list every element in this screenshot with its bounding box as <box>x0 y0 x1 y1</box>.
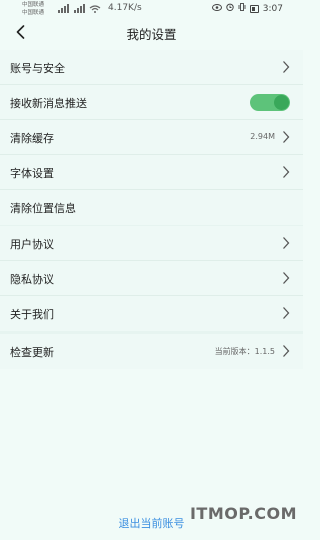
row-label: 隐私协议 <box>10 273 54 286</box>
push-toggle[interactable] <box>250 94 290 111</box>
carrier-1: 中国联通 <box>22 2 45 8</box>
clock: 3:07 <box>262 3 283 14</box>
row-label: 关于我们 <box>10 308 54 321</box>
status-right: 3:07 <box>211 3 283 14</box>
carrier-info: 中国联通 中国联通 <box>22 1 44 17</box>
watermark-logo: ITMOP.COM <box>189 504 297 523</box>
row-font-settings[interactable]: 字体设置 <box>0 155 303 190</box>
row-label: 接收新消息推送 <box>10 97 87 110</box>
row-label: 用户协议 <box>10 238 54 251</box>
row-clear-cache[interactable]: 清除缓存 2.94M <box>0 120 303 155</box>
row-push-notifications: 接收新消息推送 <box>0 85 303 120</box>
row-user-agreement[interactable]: 用户协议 <box>0 226 303 261</box>
row-label: 账号与安全 <box>10 62 65 75</box>
vibrate-icon <box>238 3 246 14</box>
chevron-right-icon <box>283 131 290 143</box>
page-title: 我的设置 <box>126 27 177 42</box>
eye-icon <box>211 3 222 14</box>
row-check-update[interactable]: 检查更新 当前版本：1.1.5 <box>0 334 303 369</box>
network-speed: 4.17K/s <box>108 3 142 13</box>
row-account-security[interactable]: 账号与安全 <box>0 50 303 85</box>
current-version: 当前版本：1.1.5 <box>214 347 275 356</box>
settings-group-account: 账号与安全 接收新消息推送 清除缓存 2.94M 字体设置 清除位置信息 <box>0 50 303 225</box>
logout-button[interactable]: 退出当前账号 <box>119 515 185 531</box>
row-label: 清除缓存 <box>10 132 54 145</box>
battery-icon <box>249 4 259 13</box>
title-bar: 我的设置 <box>0 18 303 46</box>
alarm-icon <box>226 3 234 14</box>
chevron-right-icon <box>283 272 290 284</box>
row-clear-location[interactable]: 清除位置信息 <box>0 190 303 225</box>
settings-group-about: 用户协议 隐私协议 关于我们 <box>0 226 303 331</box>
carrier-2: 中国联通 <box>22 10 45 16</box>
settings-group-update: 检查更新 当前版本：1.1.5 <box>0 334 303 369</box>
chevron-right-icon <box>283 237 290 249</box>
signal-icon <box>58 4 102 15</box>
chevron-right-icon <box>283 345 290 357</box>
row-label: 字体设置 <box>10 167 54 180</box>
cache-size: 2.94M <box>250 132 275 141</box>
row-about-us[interactable]: 关于我们 <box>0 296 303 331</box>
chevron-right-icon <box>283 166 290 178</box>
row-label: 清除位置信息 <box>10 202 76 215</box>
toggle-knob <box>274 95 289 110</box>
status-bar: 中国联通 中国联通 4.17K/s 3:07 <box>0 0 303 18</box>
row-privacy-agreement[interactable]: 隐私协议 <box>0 261 303 296</box>
chevron-right-icon <box>283 61 290 73</box>
chevron-right-icon <box>283 307 290 319</box>
row-label: 检查更新 <box>10 346 54 359</box>
